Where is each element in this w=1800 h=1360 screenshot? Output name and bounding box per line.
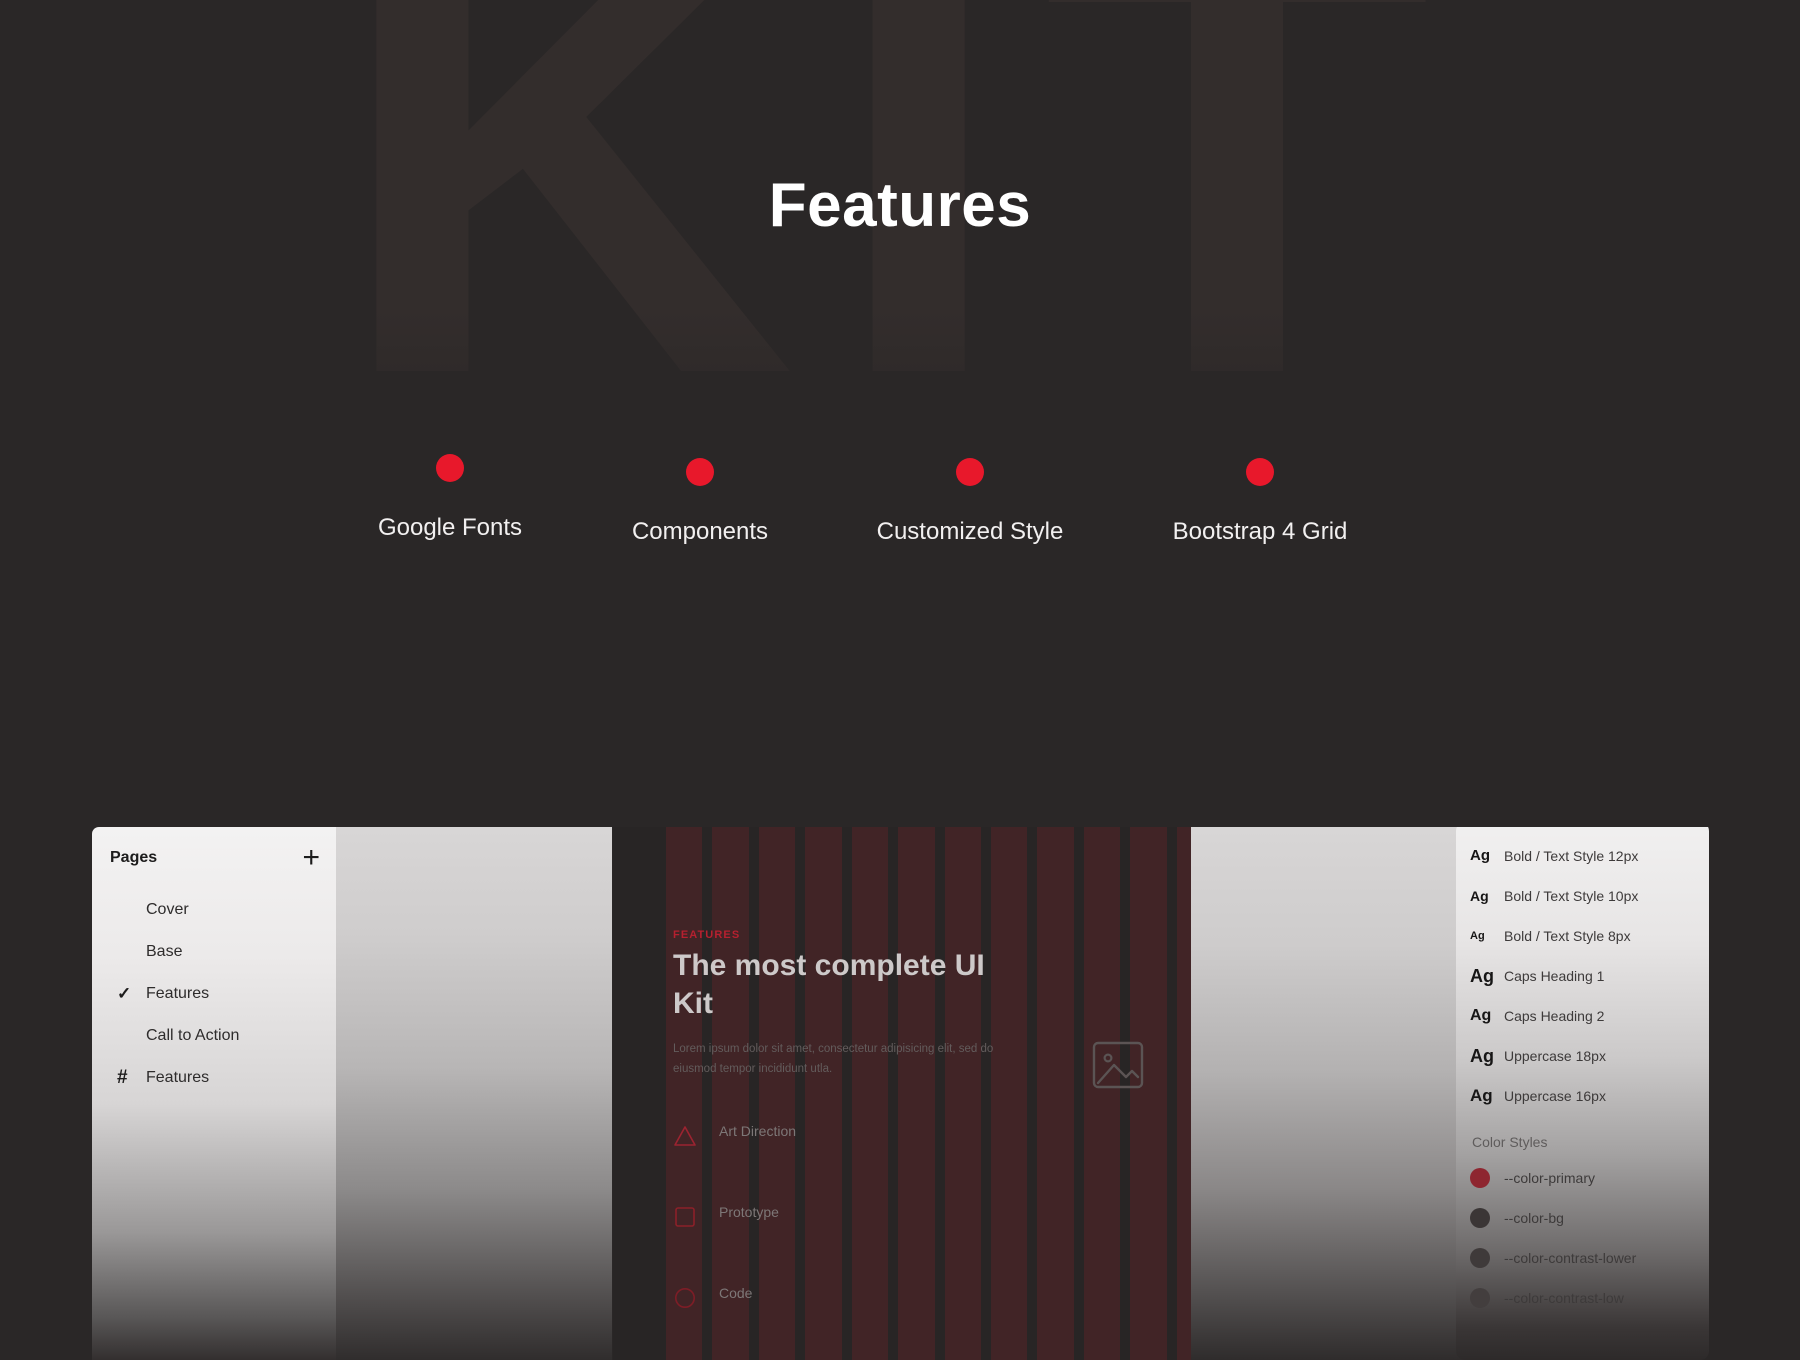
page-item-call-to-action[interactable]: Call to Action — [92, 1015, 336, 1057]
page-root: KIT Features Google Fonts Components Cus… — [0, 0, 1800, 1360]
text-style-row[interactable]: Ag Bold / Text Style 12px — [1456, 836, 1709, 876]
color-styles-section-title: Color Styles — [1472, 1134, 1548, 1150]
text-style-preview: Ag — [1470, 1007, 1492, 1024]
color-style-label: --color-contrast-lower — [1504, 1250, 1637, 1266]
dot-icon — [956, 458, 984, 486]
design-tool-window: Pages + Cover Base ✓ Features Call to Ac… — [92, 827, 1709, 1360]
text-style-preview: Ag — [1470, 847, 1490, 864]
color-swatch-icon — [1470, 1288, 1490, 1308]
page-item-label: Base — [146, 943, 183, 960]
dot-icon — [1246, 458, 1274, 486]
page-item-features-frame[interactable]: # Features — [92, 1057, 336, 1099]
text-style-label: Bold / Text Style 12px — [1504, 848, 1639, 864]
check-icon: ✓ — [117, 984, 132, 1003]
text-style-label: Uppercase 16px — [1504, 1088, 1606, 1104]
artboard-feature-prototype: Prototype — [673, 1188, 1013, 1236]
color-style-label: --color-bg — [1504, 1210, 1564, 1226]
canvas-slab-right — [1191, 827, 1483, 1360]
feature-item-customized-style[interactable]: Customized Style — [820, 458, 1120, 546]
features-row: Google Fonts Components Customized Style… — [300, 440, 1500, 570]
text-style-preview: Ag — [1470, 888, 1489, 904]
color-style-row[interactable]: --color-primary — [1456, 1158, 1709, 1198]
text-style-label: Caps Heading 2 — [1504, 1008, 1605, 1024]
feature-label: Components — [631, 518, 769, 545]
pages-title: Pages — [110, 849, 158, 866]
artboard-paragraph: Lorem ipsum dolor sit amet, consectetur … — [673, 1043, 994, 1076]
text-style-preview: Ag — [1470, 1046, 1494, 1066]
text-style-label: Uppercase 18px — [1504, 1048, 1606, 1064]
page-item-label: Features — [146, 985, 210, 1002]
artboard-feature-code: Code — [673, 1269, 1013, 1317]
text-style-row[interactable]: Ag Caps Heading 2 — [1456, 996, 1709, 1036]
feature-label: Bootstrap 4 Grid — [1172, 518, 1348, 545]
color-style-row[interactable]: --color-contrast-lower — [1456, 1238, 1709, 1278]
text-style-label: Caps Heading 1 — [1504, 968, 1605, 984]
canvas-slab-left — [336, 827, 612, 1360]
page-title: Features — [768, 171, 1032, 240]
square-icon — [673, 1200, 697, 1227]
text-style-row[interactable]: Ag Uppercase 18px — [1456, 1036, 1709, 1076]
text-style-row[interactable]: Ag Uppercase 16px — [1456, 1076, 1709, 1116]
dot-icon — [686, 458, 714, 486]
page-item-features[interactable]: ✓ Features — [92, 973, 336, 1015]
add-page-button[interactable]: + — [302, 843, 320, 873]
text-styles-list: Ag Bold / Text Style 12px Ag Bold / Text… — [1456, 836, 1709, 1318]
artboard-eyebrow: FEATURES — [673, 929, 741, 941]
text-style-preview: Ag — [1470, 930, 1485, 942]
artboard-feature-label: Prototype — [719, 1204, 779, 1220]
color-swatch-icon — [1470, 1248, 1490, 1268]
text-style-preview: Ag — [1470, 966, 1494, 986]
color-style-label: --color-primary — [1504, 1170, 1595, 1186]
artboard-feature-label: Code — [719, 1285, 753, 1301]
color-swatch-icon — [1470, 1168, 1490, 1188]
feature-label: Customized Style — [876, 518, 1064, 545]
hash-icon: # — [117, 1067, 128, 1088]
artboard-feature-label: Art Direction — [719, 1123, 797, 1139]
color-style-label: --color-contrast-low — [1504, 1290, 1624, 1306]
artboard-feature-list: Art Direction Prototype Code — [673, 1107, 1013, 1350]
text-style-row[interactable]: Ag Caps Heading 1 — [1456, 956, 1709, 996]
pages-list: Cover Base ✓ Features Call to Action # F… — [92, 889, 336, 1099]
text-style-row[interactable]: Ag Bold / Text Style 10px — [1456, 876, 1709, 916]
page-item-label: Features — [146, 1069, 210, 1086]
pages-panel-header: Pages + — [110, 843, 320, 873]
page-item-cover[interactable]: Cover — [92, 889, 336, 931]
text-style-label: Bold / Text Style 10px — [1504, 888, 1639, 904]
styles-panel[interactable]: Ag Bold / Text Style 12px Ag Bold / Text… — [1456, 827, 1709, 1360]
text-style-preview: Ag — [1470, 1086, 1493, 1105]
artboard-feature-art-direction: Art Direction — [673, 1107, 1013, 1155]
feature-item-bootstrap-4-grid[interactable]: Bootstrap 4 Grid — [1090, 458, 1430, 546]
triangle-icon — [673, 1119, 697, 1146]
color-style-row[interactable]: --color-bg — [1456, 1198, 1709, 1238]
text-style-row[interactable]: Ag Bold / Text Style 8px — [1456, 916, 1709, 956]
circle-icon — [673, 1281, 697, 1308]
text-style-label: Bold / Text Style 8px — [1504, 928, 1631, 944]
watermark-fade — [0, 310, 1800, 460]
page-item-label: Call to Action — [146, 1027, 240, 1044]
pages-panel: Pages + Cover Base ✓ Features Call to Ac… — [92, 827, 336, 1360]
dot-icon — [436, 454, 464, 482]
page-item-base[interactable]: Base — [92, 931, 336, 973]
page-item-label: Cover — [146, 901, 189, 918]
color-style-row[interactable]: --color-contrast-low — [1456, 1278, 1709, 1318]
color-swatch-icon — [1470, 1208, 1490, 1228]
artboard-heading: The most complete UI Kit — [673, 949, 985, 1021]
feature-item-components[interactable]: Components — [550, 458, 850, 546]
